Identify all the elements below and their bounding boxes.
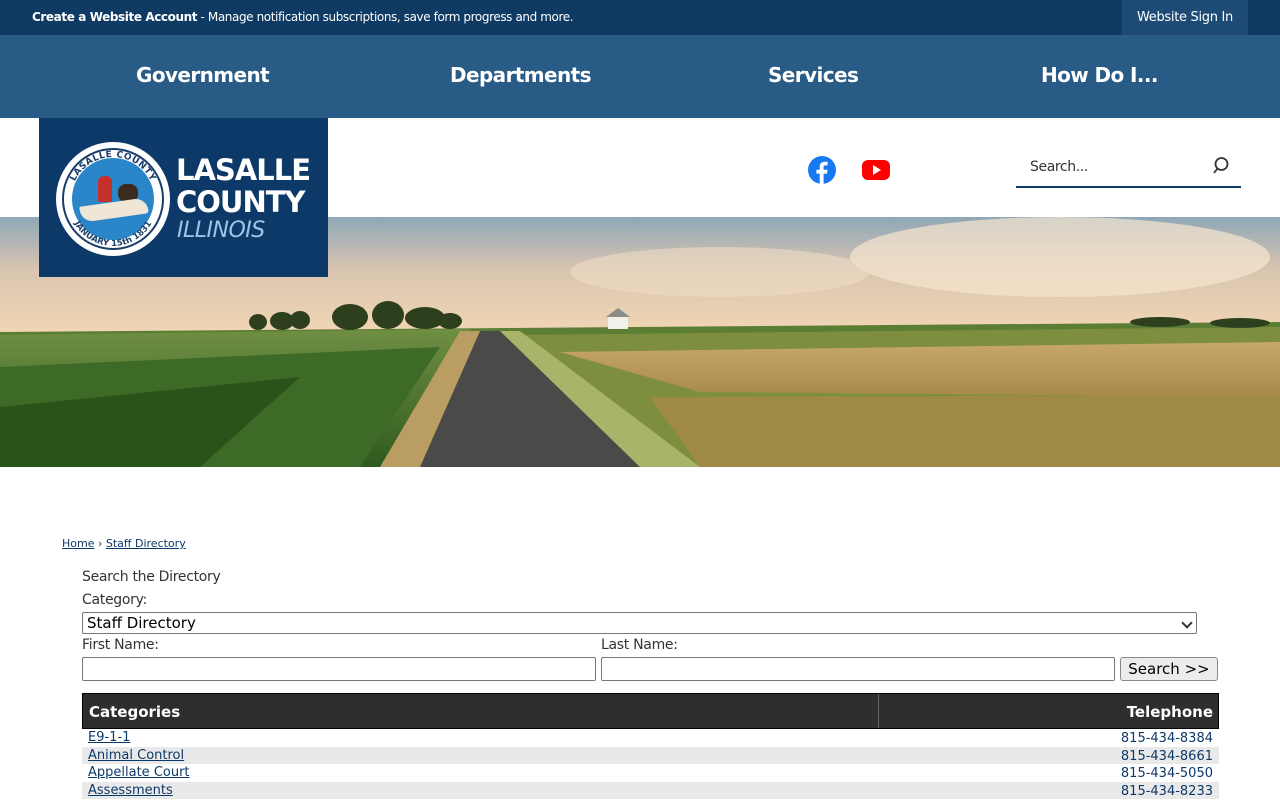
create-account-description: - Manage notification subscriptions, sav… (197, 10, 574, 24)
directory-table: Categories Telephone E9-1-1 815-434-8384… (82, 693, 1219, 799)
nav-item-how-do-i[interactable]: How Do I... (1041, 63, 1158, 87)
form-heading: Search the Directory (82, 569, 221, 585)
site-search (1016, 148, 1241, 188)
svg-text:LASALLE COUNTY: LASALLE COUNTY (69, 150, 158, 183)
table-row: E9-1-1 815-434-8384 (82, 729, 1219, 747)
category-link[interactable]: E9-1-1 (88, 730, 130, 745)
logo-line-illinois: ILLINOIS (177, 218, 265, 243)
logo-line-lasalle: LASALLE (176, 153, 311, 187)
top-utility-bar: Create a Website Account - Manage notifi… (0, 0, 1280, 35)
first-name-field[interactable] (82, 657, 596, 681)
breadcrumb-separator: › (97, 537, 103, 550)
table-header: Categories Telephone (82, 693, 1219, 729)
logo-line-county: COUNTY (176, 185, 306, 219)
telephone-value: 815-434-8661 (1120, 748, 1213, 764)
category-select[interactable]: Staff Directory (82, 612, 1197, 634)
search-submit-button[interactable]: Search >> (1120, 657, 1218, 681)
chevron-down-icon (1181, 617, 1193, 629)
category-label: Category: (82, 592, 147, 608)
county-seal-icon: LASALLE COUNTY JANUARY 15th 1831 (56, 142, 170, 256)
last-name-label: Last Name: (601, 637, 678, 653)
create-account-promo: Create a Website Account - Manage notifi… (32, 10, 574, 24)
search-icon[interactable] (1213, 156, 1233, 176)
category-link[interactable]: Appellate Court (88, 765, 190, 780)
youtube-icon[interactable] (861, 156, 891, 184)
category-selected-value: Staff Directory (87, 614, 196, 632)
seal-top-text: LASALLE COUNTY (69, 150, 157, 183)
column-header-telephone: Telephone (1126, 703, 1213, 721)
seal-bottom-text: JANUARY 15th 1831 (71, 219, 154, 249)
category-link[interactable]: Assessments (88, 783, 173, 798)
facebook-icon[interactable] (808, 156, 836, 184)
nav-item-departments[interactable]: Departments (450, 63, 592, 87)
category-link[interactable]: Animal Control (88, 748, 184, 763)
column-header-categories: Categories (89, 703, 181, 721)
breadcrumb-home-link[interactable]: Home (62, 537, 94, 550)
nav-item-services[interactable]: Services (768, 63, 859, 87)
last-name-field[interactable] (601, 657, 1115, 681)
table-row: Assessments 815-434-8233 (82, 781, 1219, 799)
telephone-value: 815-434-8233 (1120, 783, 1213, 799)
search-input[interactable] (1016, 152, 1206, 182)
svg-text:JANUARY 15th 1831: JANUARY 15th 1831 (71, 219, 154, 249)
website-sign-in-button[interactable]: Website Sign In (1122, 0, 1248, 35)
table-row: Animal Control 815-434-8661 (82, 746, 1219, 764)
nav-item-government[interactable]: Government (136, 63, 270, 87)
main-navigation: Government Departments Services How Do I… (0, 35, 1280, 118)
county-logo[interactable]: LASALLE COUNTY JANUARY 15th 1831 LASALLE… (39, 118, 328, 277)
logo-title: LASALLE COUNTY (176, 153, 311, 219)
create-account-link[interactable]: Create a Website Account (32, 10, 198, 24)
breadcrumb: Home › Staff Directory (62, 537, 186, 550)
telephone-value: 815-434-5050 (1120, 766, 1213, 781)
breadcrumb-staff-directory-link[interactable]: Staff Directory (106, 537, 186, 550)
table-row: Appellate Court 815-434-5050 (82, 764, 1219, 782)
telephone-value: 815-434-8384 (1120, 731, 1213, 746)
first-name-label: First Name: (82, 637, 159, 653)
